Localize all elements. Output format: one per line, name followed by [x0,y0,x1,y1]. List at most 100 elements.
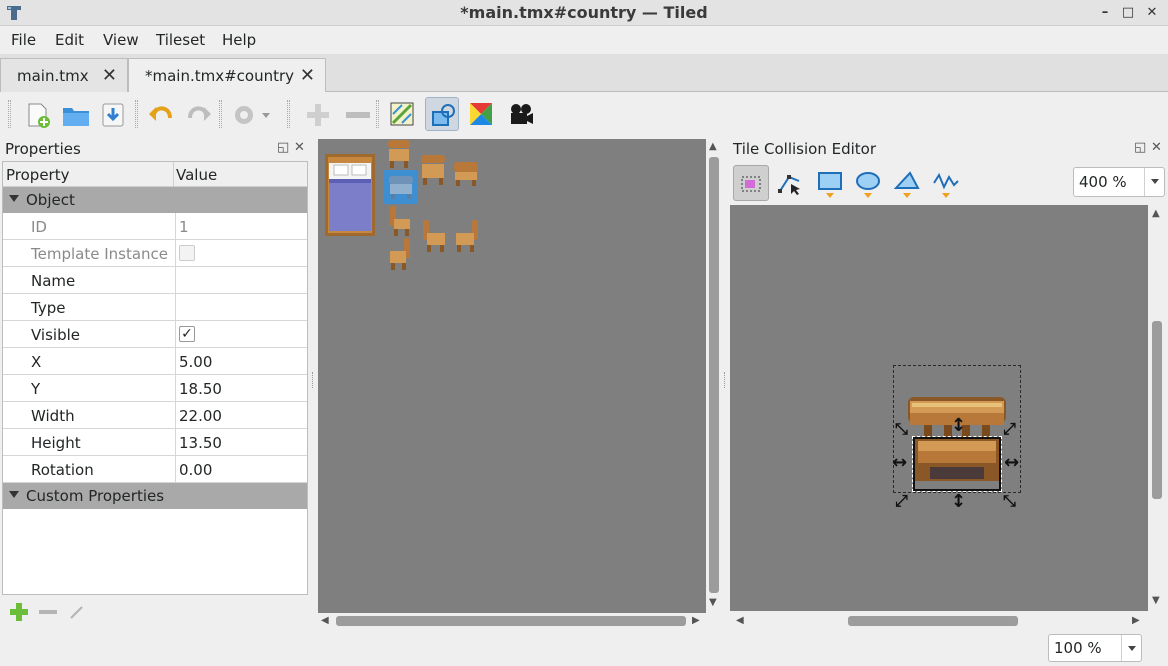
menu-edit[interactable]: Edit [55,31,84,49]
open-button[interactable] [57,97,91,131]
property-row-visible[interactable]: Visible ✓ [3,321,307,348]
add-property-icon[interactable] [10,603,28,621]
chair-tile[interactable] [386,139,412,169]
group-object[interactable]: Object [3,187,307,213]
new-button[interactable] [20,97,54,131]
wang-sets-button[interactable] [464,97,498,131]
redo-button[interactable] [181,97,215,131]
tileset-canvas[interactable] [318,139,706,613]
insert-polyline-button[interactable] [927,165,963,201]
edit-collision-button[interactable] [425,97,459,131]
scroll-left-icon[interactable]: ◀ [321,615,329,626]
resize-handle-sw-icon[interactable]: ⤢ [895,491,908,511]
scroll-up-icon[interactable]: ▲ [1152,208,1160,219]
tab-main-tmx[interactable]: main.tmx ✕ [0,58,128,92]
property-row-height[interactable]: Height 13.50 [3,429,307,456]
animation-button[interactable] [503,97,537,131]
edit-terrain-button[interactable] [385,97,419,131]
x-value[interactable]: 5.00 [179,353,212,371]
property-row-y[interactable]: Y 18.50 [3,375,307,402]
insert-polygon-button[interactable] [888,165,924,201]
chair-tile[interactable] [388,205,412,237]
menu-help[interactable]: Help [222,31,256,49]
save-button[interactable] [96,97,130,131]
property-row-type[interactable]: Type [3,294,307,321]
panel-splitter[interactable] [724,372,726,388]
scroll-left-icon[interactable]: ◀ [736,615,744,626]
collision-zoom-select[interactable]: 400 % [1073,167,1165,197]
height-value[interactable]: 13.50 [179,434,222,452]
tileset-zoom-select[interactable]: 100 % [1048,634,1142,662]
property-row-name[interactable]: Name [3,267,307,294]
undo-button[interactable] [143,97,177,131]
collision-canvas[interactable]: ⤡ ↕ ⤢ ↔ ↔ ⤢ ↕ ⤡ [730,205,1148,611]
chair-tile[interactable] [452,161,480,187]
menu-view[interactable]: View [103,31,139,49]
scroll-down-icon[interactable]: ▼ [709,597,717,608]
scrollbar-thumb[interactable] [709,157,719,593]
collision-horizontal-scrollbar[interactable]: ◀ ▶ [730,613,1148,629]
tileset-zoom-value: 100 % [1054,639,1102,657]
close-panel-icon[interactable]: ✕ [294,140,305,155]
resize-handle-e-icon[interactable]: ↔ [1004,452,1019,473]
menu-file[interactable]: File [11,31,36,49]
property-row-x[interactable]: X 5.00 [3,348,307,375]
remove-property-icon[interactable] [38,603,58,621]
close-panel-icon[interactable]: ✕ [1151,140,1162,155]
resize-handle-nw-icon[interactable]: ⤡ [895,419,908,439]
chair-tile[interactable] [454,219,480,253]
float-panel-icon[interactable]: ◱ [277,140,289,155]
menu-tileset[interactable]: Tileset [156,31,205,49]
chair-tile[interactable] [419,154,447,186]
close-window-button[interactable]: ✕ [1143,4,1161,22]
bed-tile[interactable] [324,153,376,237]
chair-tile[interactable] [421,219,447,253]
rotation-value[interactable]: 0.00 [179,461,212,479]
select-objects-button[interactable] [733,165,769,201]
edit-polygons-button[interactable] [771,165,807,201]
minimize-button[interactable]: – [1096,4,1114,22]
collapse-arrow-icon[interactable] [9,491,19,498]
scroll-up-icon[interactable]: ▲ [709,141,717,152]
scroll-right-icon[interactable]: ▶ [1132,615,1140,626]
resize-handle-ne-icon[interactable]: ⤢ [1003,419,1016,439]
properties-header: Property Value [3,162,307,187]
scroll-right-icon[interactable]: ▶ [692,615,700,626]
property-row-width[interactable]: Width 22.00 [3,402,307,429]
collapse-arrow-icon[interactable] [9,195,19,202]
remove-tile-button[interactable] [340,97,374,131]
insert-rectangle-button[interactable] [811,165,847,201]
scrollbar-thumb[interactable] [1152,321,1162,499]
resize-handle-w-icon[interactable]: ↔ [892,452,907,473]
y-value[interactable]: 18.50 [179,380,222,398]
scroll-down-icon[interactable]: ▼ [1152,595,1160,606]
group-custom-properties[interactable]: Custom Properties [3,483,307,509]
add-tile-button[interactable] [300,97,334,131]
close-tab-icon[interactable]: ✕ [102,65,117,86]
tileset-vertical-scrollbar[interactable]: ▲ ▼ [706,139,722,613]
property-row-rotation[interactable]: Rotation 0.00 [3,456,307,483]
chevron-down-icon[interactable] [1121,635,1141,661]
float-panel-icon[interactable]: ◱ [1134,140,1146,155]
resize-handle-se-icon[interactable]: ⤡ [1003,491,1016,511]
settings-button[interactable] [227,97,275,131]
chair-tile[interactable] [388,237,412,271]
rename-property-icon[interactable] [68,603,86,621]
maximize-button[interactable]: □ [1119,4,1137,22]
close-tab-icon[interactable]: ✕ [300,65,315,86]
visible-checkbox[interactable]: ✓ [179,326,195,342]
resize-handle-s-icon[interactable]: ↕ [951,491,966,512]
panel-splitter[interactable] [312,372,314,388]
toolbar-grip [8,100,11,128]
scrollbar-thumb[interactable] [848,616,1018,626]
insert-ellipse-button[interactable] [849,165,885,201]
selected-tile[interactable] [384,170,418,204]
collision-vertical-scrollbar[interactable]: ▲ ▼ [1148,205,1166,611]
tileset-horizontal-scrollbar[interactable]: ◀ ▶ [318,613,706,629]
scrollbar-thumb[interactable] [336,616,686,626]
width-value[interactable]: 22.00 [179,407,222,425]
resize-handle-n-icon[interactable]: ↕ [951,415,966,436]
collision-rectangle[interactable] [912,436,1002,492]
tab-main-tmx-country[interactable]: *main.tmx#country ✕ [128,58,326,93]
chevron-down-icon[interactable] [1144,168,1164,196]
